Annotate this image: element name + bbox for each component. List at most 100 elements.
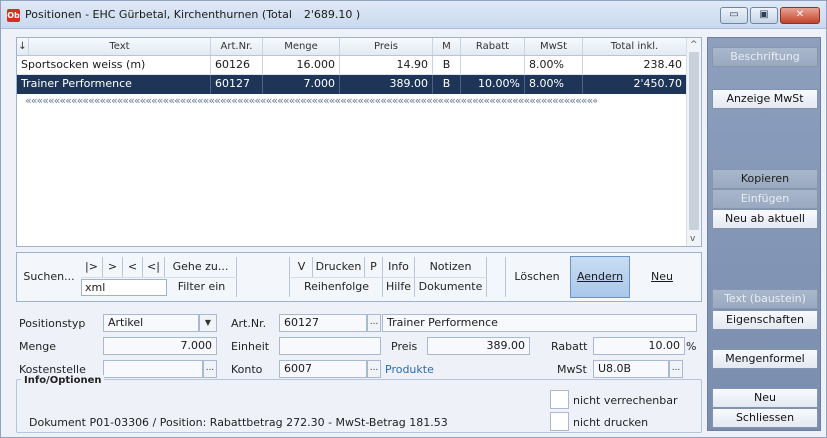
eigenschaften-button[interactable]: Eigenschaften bbox=[712, 310, 818, 330]
column-header-menge[interactable]: Menge bbox=[263, 38, 340, 55]
nav-prev-button[interactable]: < bbox=[123, 257, 143, 277]
title-bar[interactable]: Ob Positionen - EHC Gürbetal, Kirchenthu… bbox=[1, 1, 826, 29]
positionstyp-select[interactable]: Artikel bbox=[103, 314, 199, 332]
konto-name-link[interactable]: Produkte bbox=[385, 363, 434, 376]
grid-scrollbar[interactable]: ^ v bbox=[686, 38, 701, 246]
einheit-label: Einheit bbox=[231, 340, 270, 353]
column-header-mwst[interactable]: MwSt bbox=[525, 38, 583, 55]
positionen-window: Ob Positionen - EHC Gürbetal, Kirchenthu… bbox=[0, 0, 827, 438]
cell-total: 2'450.70 bbox=[583, 75, 687, 94]
artnr-field[interactable]: 60127 bbox=[279, 314, 367, 332]
column-header-m[interactable]: M bbox=[433, 38, 461, 55]
action-sidebar: Beschriftung Anzeige MwSt Kopieren Einfü… bbox=[707, 37, 821, 431]
cell-menge: 16.000 bbox=[263, 56, 340, 74]
rabatt-unit: % bbox=[686, 340, 697, 353]
search-button-label: Suchen... bbox=[23, 270, 75, 283]
preis-field[interactable]: 389.00 bbox=[427, 337, 530, 355]
positions-grid[interactable]: ↓ Text Art.Nr. Menge Preis M Rabatt MwSt… bbox=[16, 37, 702, 247]
maximize-button[interactable]: ▣ bbox=[750, 7, 778, 24]
toolbar-divider bbox=[289, 257, 290, 297]
search-button[interactable]: Suchen... bbox=[19, 257, 79, 297]
einfuegen-button[interactable]: Einfügen bbox=[712, 189, 818, 209]
table-row[interactable]: Sportsocken weiss (m) 60126 16.000 14.90… bbox=[17, 56, 687, 75]
p-button[interactable]: P bbox=[365, 257, 383, 277]
sidebar-new-button[interactable]: Neu bbox=[712, 388, 818, 408]
minimize-icon: ▭ bbox=[729, 9, 739, 20]
cell-artnr: 60126 bbox=[211, 56, 263, 74]
mwst-lookup-button[interactable]: ... bbox=[669, 360, 683, 378]
scrollbar-thumb[interactable] bbox=[689, 52, 699, 230]
edit-button[interactable]: Aendern bbox=[570, 256, 630, 298]
table-row-selected[interactable]: Trainer Performence 60127 7.000 389.00 B… bbox=[17, 75, 687, 94]
new-button-label: Neu bbox=[651, 270, 673, 283]
nav-next-button[interactable]: > bbox=[103, 257, 123, 277]
nav-last-button[interactable]: <| bbox=[143, 257, 165, 277]
artikel-name-field[interactable]: Trainer Performence bbox=[382, 314, 697, 332]
schliessen-button[interactable]: Schliessen bbox=[712, 408, 818, 428]
konto-field[interactable]: 6007 bbox=[279, 360, 367, 378]
mwst-label: MwSt bbox=[557, 363, 587, 376]
kostenstelle-lookup-button[interactable]: ... bbox=[203, 360, 217, 378]
cell-rabatt: 10.00% bbox=[461, 75, 525, 94]
artnr-lookup-button[interactable]: ... bbox=[367, 314, 381, 332]
window-title: Positionen - EHC Gürbetal, Kirchenthurne… bbox=[25, 8, 360, 21]
rabatt-field[interactable]: 10.00 bbox=[593, 337, 685, 355]
collapsed-row-marker: ««««««««««««««««««««««««««««««««««««««««… bbox=[25, 95, 597, 107]
column-header-artnr[interactable]: Art.Nr. bbox=[211, 38, 263, 55]
collapsed-row[interactable]: ««««««««««««««««««««««««««««««««««««««««… bbox=[17, 95, 687, 107]
sort-indicator-icon[interactable]: ↓ bbox=[17, 38, 29, 55]
kostenstelle-field[interactable] bbox=[103, 360, 203, 378]
status-text: Dokument P01-03306 / Position: Rabattbet… bbox=[29, 416, 448, 429]
konto-label: Konto bbox=[231, 363, 263, 376]
search-input[interactable]: xml bbox=[81, 279, 167, 296]
konto-lookup-button[interactable]: ... bbox=[367, 360, 381, 378]
beschriftung-button[interactable]: Beschriftung bbox=[712, 47, 818, 67]
new-button[interactable]: Neu bbox=[634, 257, 690, 297]
neu-ab-aktuell-button[interactable]: Neu ab aktuell bbox=[712, 209, 818, 229]
cell-preis: 14.90 bbox=[340, 56, 433, 74]
grid-header: ↓ Text Art.Nr. Menge Preis M Rabatt MwSt… bbox=[17, 38, 687, 56]
column-header-total[interactable]: Total inkl. bbox=[583, 38, 687, 55]
navigation-toolbar: Suchen... |> > < <| Gehe zu... xml Filte… bbox=[16, 252, 702, 302]
filter-button[interactable]: Filter ein bbox=[167, 277, 237, 297]
app-icon: Ob bbox=[7, 9, 20, 22]
nav-first-button[interactable]: |> bbox=[81, 257, 103, 277]
close-button[interactable]: ✕ bbox=[780, 7, 820, 24]
kopieren-button[interactable]: Kopieren bbox=[712, 169, 818, 189]
cell-text: Sportsocken weiss (m) bbox=[17, 56, 211, 74]
mwst-field[interactable]: U8.0B bbox=[593, 360, 669, 378]
text-baustein-button[interactable]: Text (baustein) bbox=[712, 289, 818, 309]
chevron-down-icon[interactable]: ▼ bbox=[199, 314, 217, 332]
nicht-verrechenbar-checkbox[interactable] bbox=[550, 390, 569, 409]
window-title-total: 2'689.10 ) bbox=[303, 8, 361, 21]
info-button[interactable]: Info bbox=[383, 257, 415, 277]
documents-button[interactable]: Dokumente bbox=[415, 277, 487, 297]
cell-total: 238.40 bbox=[583, 56, 687, 74]
nicht-drucken-checkbox[interactable] bbox=[550, 412, 569, 431]
column-header-text[interactable]: Text bbox=[29, 38, 211, 55]
delete-button[interactable]: Löschen bbox=[507, 257, 567, 297]
goto-button[interactable]: Gehe zu... bbox=[165, 257, 237, 277]
scroll-down-icon[interactable]: v bbox=[690, 234, 695, 244]
nicht-drucken-label: nicht drucken bbox=[573, 416, 649, 429]
window-controls: ▭ ▣ ✕ bbox=[720, 7, 820, 24]
print-button[interactable]: Drucken bbox=[313, 257, 365, 277]
einheit-field[interactable] bbox=[279, 337, 381, 355]
cell-artnr: 60127 bbox=[211, 75, 263, 94]
column-header-rabatt[interactable]: Rabatt bbox=[461, 38, 525, 55]
artnr-label: Art.Nr. bbox=[231, 317, 267, 330]
cell-text: Trainer Performence bbox=[17, 75, 211, 94]
help-button[interactable]: Hilfe bbox=[383, 277, 415, 297]
maximize-icon: ▣ bbox=[759, 9, 769, 20]
column-header-preis[interactable]: Preis bbox=[340, 38, 433, 55]
v-button[interactable]: V bbox=[291, 257, 313, 277]
order-button[interactable]: Reihenfolge bbox=[291, 277, 383, 297]
anzeige-mwst-button[interactable]: Anzeige MwSt bbox=[712, 89, 818, 109]
mengenformel-button[interactable]: Mengenformel bbox=[712, 349, 818, 369]
cell-m: B bbox=[433, 56, 461, 74]
minimize-button[interactable]: ▭ bbox=[720, 7, 748, 24]
menge-field[interactable]: 7.000 bbox=[103, 337, 217, 355]
notes-button[interactable]: Notizen bbox=[415, 257, 487, 277]
scroll-up-icon[interactable]: ^ bbox=[690, 40, 698, 50]
cell-rabatt bbox=[461, 56, 525, 74]
